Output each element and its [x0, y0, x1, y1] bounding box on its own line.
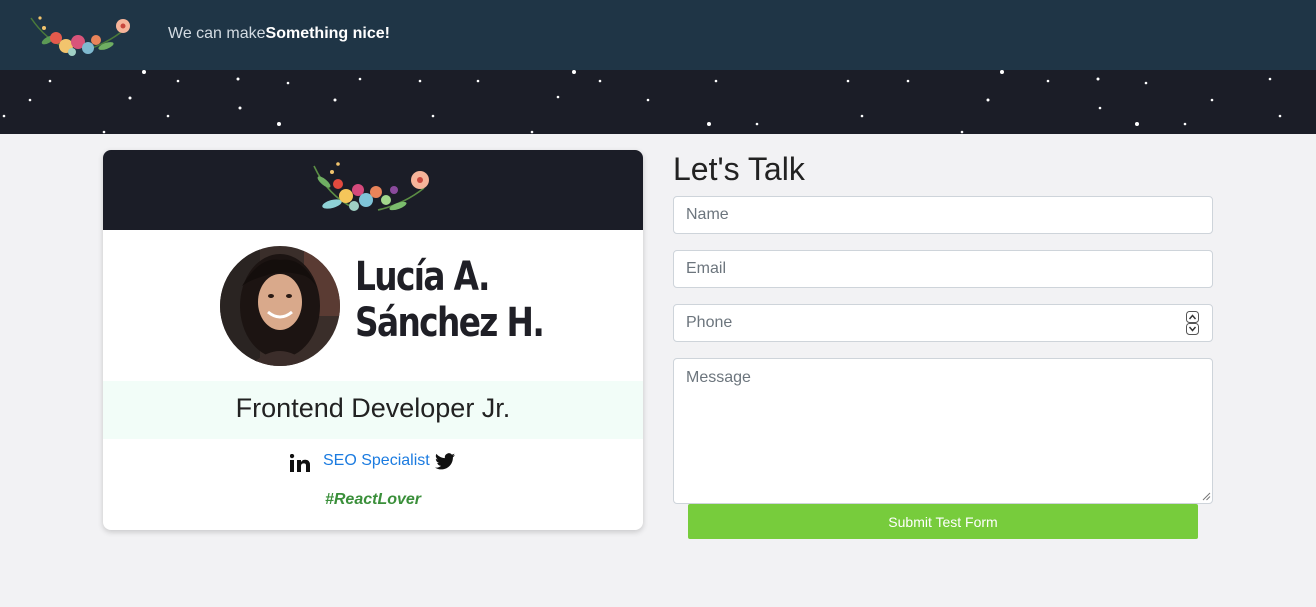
resize-handle-icon[interactable]	[1202, 492, 1211, 501]
hashtag: #ReactLover	[324, 491, 422, 508]
name-line-1: Lucía A.	[355, 254, 490, 300]
name-input[interactable]	[673, 196, 1213, 234]
profile-name: Lucía A. Sánchez H.	[355, 254, 545, 346]
card-banner	[103, 150, 643, 230]
form-title: Let's Talk	[673, 151, 805, 187]
starry-banner	[0, 70, 1316, 134]
floral-wreath-icon	[30, 16, 130, 56]
stars-decoration	[2, 70, 1282, 134]
avatar	[220, 246, 340, 366]
header-tagline: We can makeSomething nice!	[168, 25, 390, 43]
message-textarea[interactable]	[673, 358, 1213, 504]
number-spinner-icon[interactable]	[1186, 311, 1199, 335]
top-header: We can makeSomething nice!	[0, 0, 1316, 70]
floral-wreath-icon	[313, 162, 429, 211]
seo-specialist-link[interactable]: SEO Specialist	[323, 452, 430, 470]
social-links: SEO Specialist	[103, 450, 643, 476]
email-input[interactable]	[673, 250, 1213, 288]
phone-input[interactable]	[673, 304, 1213, 342]
name-line-2: Sánchez H.	[355, 300, 545, 346]
tagline-prefix: We can make	[168, 25, 266, 42]
profile-card: Lucía A. Sánchez H. Frontend Developer J…	[103, 150, 643, 530]
submit-button[interactable]: Submit Test Form	[688, 504, 1198, 539]
linkedin-icon[interactable]	[290, 454, 310, 472]
profile-role: Frontend Developer Jr.	[235, 393, 511, 423]
tagline-bold: Something nice!	[265, 25, 390, 42]
twitter-icon[interactable]	[435, 453, 455, 470]
profile-photo	[220, 246, 340, 366]
